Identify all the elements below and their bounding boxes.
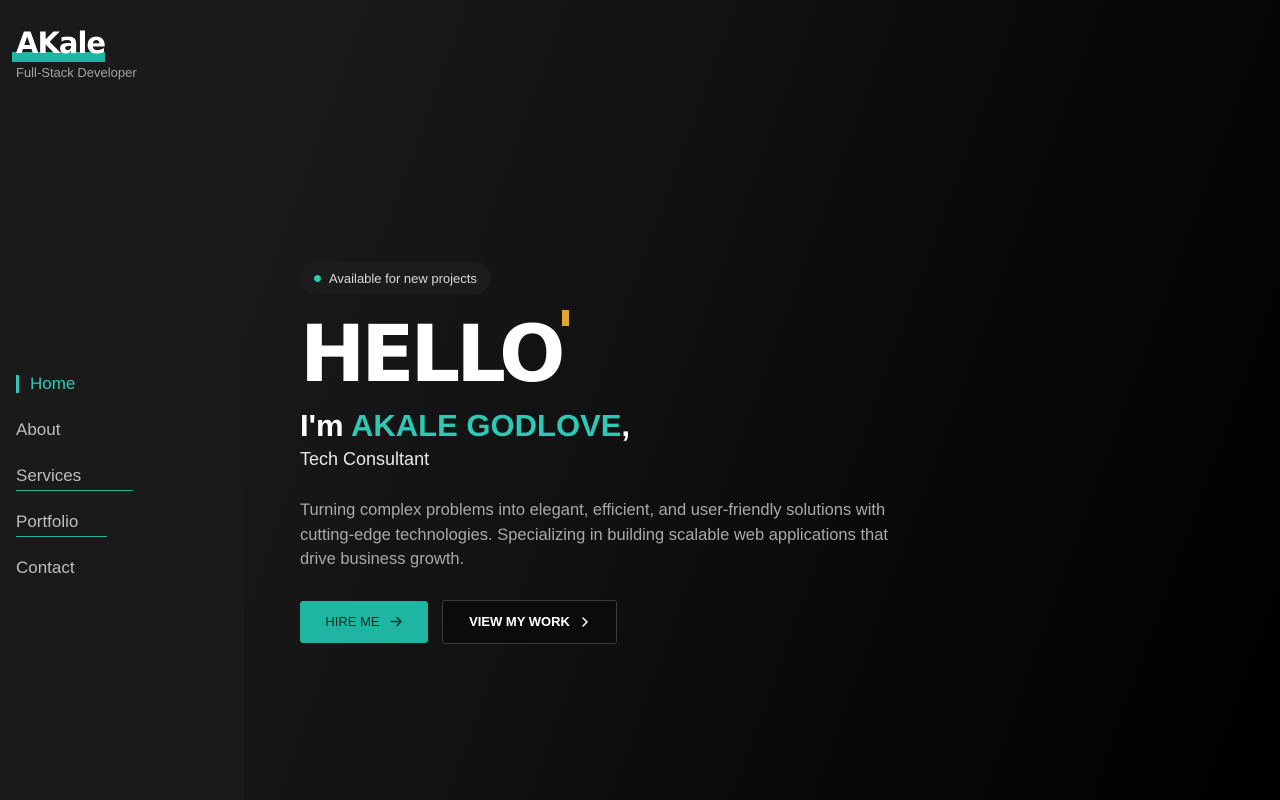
hero-actions: HIRE ME VIEW MY WORK — [300, 599, 890, 644]
logo-text: AKale — [16, 26, 106, 60]
brand: AKale Full-Stack Developer — [12, 26, 137, 80]
nav-hover-underline — [16, 490, 133, 491]
nav-item-label: Home — [30, 374, 76, 393]
availability-badge: Available for new projects — [300, 262, 491, 294]
nav-item-home[interactable]: Home — [16, 366, 81, 412]
hero-section: Available for new projects HELLO I'm AKA… — [244, 0, 1280, 800]
nav-item-portfolio[interactable]: Portfolio — [16, 504, 107, 550]
chevron-right-icon — [582, 616, 588, 627]
nav-hover-underline — [16, 536, 107, 537]
view-my-work-label: VIEW MY WORK — [469, 614, 570, 629]
nav-item-label: Portfolio — [16, 512, 79, 531]
hero-content: Available for new projects HELLO I'm AKA… — [300, 262, 890, 644]
nav-item-label: About — [16, 420, 61, 439]
intro-suffix: , — [621, 408, 631, 443]
brand-subtitle: Full-Stack Developer — [16, 65, 137, 80]
hero-description: Turning complex problems into elegant, e… — [300, 501, 888, 568]
hire-me-button[interactable]: HIRE ME — [300, 600, 428, 643]
nav-item-label: Contact — [16, 558, 75, 577]
nav-item-about[interactable]: About — [16, 412, 81, 458]
intro-prefix: I'm — [300, 408, 352, 443]
hero-intro: I'm AKALE GODLOVE, — [300, 407, 890, 445]
hire-me-label: HIRE ME — [325, 614, 380, 629]
hero-role: Tech Consultant — [300, 449, 430, 469]
arrow-right-icon — [390, 616, 402, 627]
badge-text: Available for new projects — [329, 270, 477, 286]
view-my-work-button[interactable]: VIEW MY WORK — [442, 599, 617, 644]
app: AKale Full-Stack Developer Home About Se… — [0, 0, 1280, 800]
nav-item-label: Services — [16, 466, 82, 485]
typing-cursor — [562, 310, 569, 326]
main-nav: Home About Services Portfolio Contact — [16, 366, 133, 596]
logo[interactable]: AKale — [12, 26, 106, 64]
nav-item-contact[interactable]: Contact — [16, 550, 81, 596]
status-dot-icon — [314, 274, 321, 282]
hero-name: AKALE GODLOVE — [351, 408, 622, 443]
hero-greeting: HELLO — [300, 310, 566, 400]
greeting-row: HELLO — [300, 310, 890, 400]
nav-item-services[interactable]: Services — [16, 458, 133, 504]
sidebar: AKale Full-Stack Developer Home About Se… — [0, 0, 244, 800]
